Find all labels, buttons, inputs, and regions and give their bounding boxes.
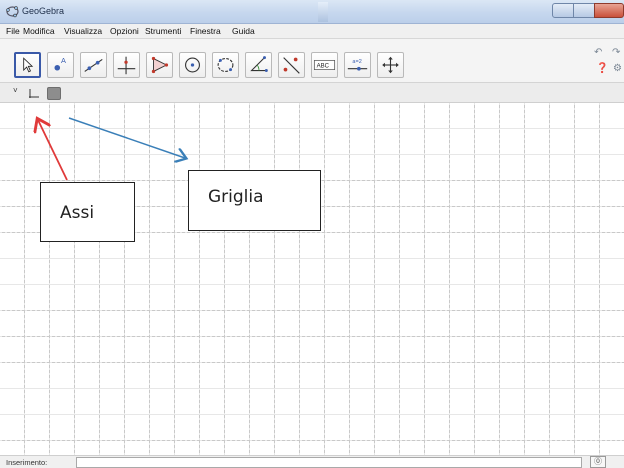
slider-tool-label: a=2 — [352, 59, 361, 65]
menu-modifica[interactable]: Modifica — [23, 26, 55, 36]
angle-tool-button[interactable] — [245, 52, 272, 78]
reflect-tool-button[interactable] — [278, 52, 305, 78]
circle-center-point-icon — [185, 57, 200, 73]
text-tool-label: ABC — [317, 63, 330, 69]
input-help-icon[interactable]: ⓪ — [590, 456, 606, 468]
minimize-button[interactable] — [552, 3, 574, 18]
menu-visualizza[interactable]: Visualizza — [64, 26, 102, 36]
perpendicular-line-icon — [117, 56, 136, 75]
ellipse-tool-button[interactable] — [212, 52, 239, 78]
input-label: Inserimento: — [6, 458, 48, 467]
close-button[interactable] — [594, 3, 624, 18]
line-through-two-points-icon — [84, 59, 103, 72]
undo-icon[interactable]: ↶ — [594, 47, 602, 58]
assi-callout: Assi — [40, 182, 135, 242]
menu-guida[interactable]: Guida — [232, 26, 255, 36]
angle-icon — [250, 56, 268, 73]
svg-text:A: A — [61, 56, 66, 65]
text-tool-button[interactable]: ABC — [311, 52, 338, 78]
graphics-view[interactable] — [0, 103, 624, 455]
griglia-label: Griglia — [208, 187, 264, 207]
move-pointer-icon — [23, 57, 34, 73]
polygon-tool-button[interactable] — [146, 52, 173, 78]
axes-icon[interactable] — [28, 88, 39, 99]
grid-icon[interactable] — [47, 87, 61, 100]
toolbar: A ABC a=2 ↶ ↷ ❓ ⚙ — [0, 39, 624, 83]
griglia-callout: Griglia — [188, 170, 321, 231]
menu-opzioni[interactable]: Opzioni — [110, 26, 139, 36]
menu-strumenti[interactable]: Strumenti — [145, 26, 181, 36]
new-point-icon: A — [54, 56, 66, 71]
perpendicular-tool-button[interactable] — [113, 52, 140, 78]
reflect-about-line-icon — [283, 57, 300, 74]
style-bar-toggle[interactable]: ˅ — [13, 86, 18, 95]
window-title: GeoGebra — [22, 6, 65, 16]
assi-label: Assi — [60, 203, 95, 223]
input-bar: Inserimento: ⓪ — [0, 455, 624, 468]
redo-icon[interactable]: ↷ — [612, 47, 620, 58]
settings-icon[interactable]: ⚙ — [613, 63, 622, 74]
help-icon[interactable]: ❓ — [596, 63, 608, 74]
menu-file[interactable]: File — [6, 26, 20, 36]
menu-finestra[interactable]: Finestra — [190, 26, 221, 36]
move-view-tool-button[interactable] — [377, 52, 404, 78]
window-controls — [552, 3, 624, 19]
point-tool-button[interactable]: A — [47, 52, 74, 78]
move-tool-button[interactable] — [14, 52, 41, 78]
style-bar: ˅ — [0, 83, 624, 103]
input-field[interactable] — [76, 457, 582, 468]
title-bar: GeoGebra — [0, 0, 624, 24]
grid-dash-mask — [0, 103, 624, 455]
ellipse-icon — [217, 57, 234, 73]
menu-bar: File Modifica Visualizza Opzioni Strumen… — [0, 24, 624, 39]
maximize-button[interactable] — [573, 3, 595, 18]
circle-tool-button[interactable] — [179, 52, 206, 78]
insert-text-icon: ABC — [313, 60, 336, 70]
geogebra-logo-icon — [6, 6, 19, 18]
slider-icon: a=2 — [347, 59, 368, 71]
slider-tool-button[interactable]: a=2 — [344, 52, 371, 78]
polygon-icon — [151, 56, 169, 74]
line-tool-button[interactable] — [80, 52, 107, 78]
move-graphics-view-icon — [382, 56, 399, 74]
title-bar-glow — [318, 2, 328, 22]
